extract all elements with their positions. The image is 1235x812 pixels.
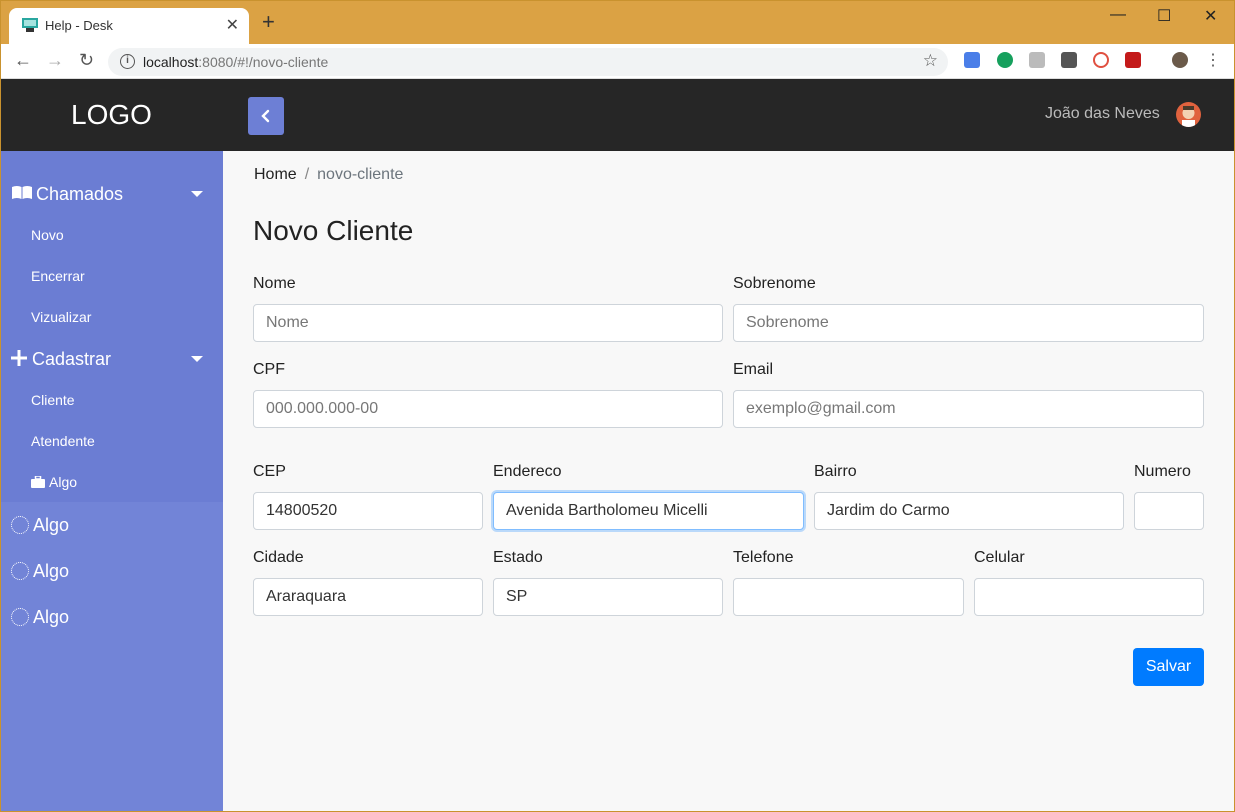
back-icon[interactable]: ← xyxy=(14,50,32,71)
translate-extension-icon[interactable] xyxy=(964,52,980,68)
maximize-icon[interactable]: ☐ xyxy=(1157,6,1171,26)
url-text: localhost:8080/#!/novo-cliente xyxy=(143,54,329,70)
estado-label: Estado xyxy=(493,549,543,566)
cidade-label: Cidade xyxy=(253,549,304,566)
nome-label: Nome xyxy=(253,275,296,292)
page-title: Novo Cliente xyxy=(253,215,414,246)
tab-title: Help - Desk xyxy=(45,18,113,33)
circle-notch-icon xyxy=(11,516,29,534)
endereco-label: Endereco xyxy=(493,463,562,480)
cep-input[interactable] xyxy=(253,492,483,530)
email-label: Email xyxy=(733,361,774,378)
app-header: LOGO João das Neves xyxy=(0,79,1235,151)
sidebar-item-chamados[interactable]: Chamados xyxy=(1,172,223,214)
browser-tab[interactable]: Help - Desk ✕ xyxy=(9,8,249,44)
briefcase-icon xyxy=(31,476,45,488)
numero-input[interactable] xyxy=(1134,492,1204,530)
logo: LOGO xyxy=(71,99,152,130)
forward-icon[interactable]: → xyxy=(46,50,64,71)
circle-notch-icon xyxy=(11,562,29,580)
rss-extension-icon[interactable] xyxy=(1029,52,1045,68)
sidebar-item-algo-1[interactable]: Algo xyxy=(1,502,223,548)
circle-notch-icon xyxy=(11,608,29,626)
sidebar-item-algo-3[interactable]: Algo xyxy=(1,594,223,640)
new-tab-icon[interactable]: + xyxy=(262,11,275,33)
telefone-label: Telefone xyxy=(733,549,794,566)
cpf-label: CPF xyxy=(253,361,285,378)
user-name[interactable]: João das Neves xyxy=(1045,105,1160,123)
caret-down-icon xyxy=(191,191,203,197)
endereco-input[interactable] xyxy=(493,492,804,530)
shield-extension-icon[interactable] xyxy=(1061,52,1077,68)
cpf-input[interactable] xyxy=(253,390,723,428)
cep-label: CEP xyxy=(253,463,286,480)
browser-toolbar: ← → ↻ i localhost:8080/#!/novo-cliente ☆ xyxy=(0,44,1235,79)
favicon-icon xyxy=(22,18,38,32)
sidebar-toggle-button[interactable] xyxy=(248,97,284,135)
pdf-extension-icon[interactable] xyxy=(1125,52,1141,68)
address-bar[interactable]: i localhost:8080/#!/novo-cliente ☆ xyxy=(108,48,948,76)
caret-down-icon xyxy=(191,356,203,362)
block-extension-icon[interactable] xyxy=(1093,52,1109,68)
bookmark-star-icon[interactable]: ☆ xyxy=(923,51,938,71)
book-icon xyxy=(12,186,32,199)
chevron-left-icon xyxy=(261,109,270,123)
sidebar-item-algo[interactable]: Algo xyxy=(1,461,223,502)
bairro-input[interactable] xyxy=(814,492,1124,530)
breadcrumb-home[interactable]: Home xyxy=(254,166,297,183)
save-button[interactable]: Salvar xyxy=(1133,648,1204,686)
breadcrumb: Home / novo-cliente xyxy=(254,166,404,183)
tab-close-icon[interactable]: ✕ xyxy=(226,15,239,35)
breadcrumb-current: novo-cliente xyxy=(317,166,404,183)
cidade-input[interactable] xyxy=(253,578,483,616)
main-content: Home/novo-cliente Novo Cliente Nome Sobr… xyxy=(223,151,1234,811)
sidebar-group-chamados: Chamados Novo Encerrar Vizualizar Cadast… xyxy=(1,151,223,502)
info-icon[interactable]: i xyxy=(120,54,135,69)
bairro-label: Bairro xyxy=(814,463,857,480)
plus-icon xyxy=(11,350,27,366)
email-input[interactable] xyxy=(733,390,1204,428)
menu-dots-icon[interactable]: ⋮ xyxy=(1205,50,1221,70)
estado-input[interactable] xyxy=(493,578,723,616)
sobrenome-input[interactable] xyxy=(733,304,1204,342)
hangouts-extension-icon[interactable] xyxy=(997,52,1013,68)
sidebar-item-novo[interactable]: Novo xyxy=(1,214,223,255)
minimize-icon[interactable]: — xyxy=(1110,6,1126,24)
close-window-icon[interactable]: ✕ xyxy=(1204,6,1217,26)
sidebar-item-cliente[interactable]: Cliente xyxy=(1,379,223,420)
numero-label: Numero xyxy=(1134,463,1191,480)
user-avatar[interactable] xyxy=(1176,102,1201,127)
browser-titlebar: Help - Desk ✕ + — ☐ ✕ xyxy=(0,0,1235,44)
telefone-input[interactable] xyxy=(733,578,964,616)
reload-icon[interactable]: ↻ xyxy=(79,50,94,71)
sidebar-item-vizualizar[interactable]: Vizualizar xyxy=(1,296,223,337)
sidebar: Chamados Novo Encerrar Vizualizar Cadast… xyxy=(1,151,223,811)
sidebar-item-encerrar[interactable]: Encerrar xyxy=(1,255,223,296)
celular-label: Celular xyxy=(974,549,1025,566)
celular-input[interactable] xyxy=(974,578,1204,616)
sidebar-item-algo-2[interactable]: Algo xyxy=(1,548,223,594)
sobrenome-label: Sobrenome xyxy=(733,275,816,292)
sidebar-item-cadastrar[interactable]: Cadastrar xyxy=(1,337,223,379)
nome-input[interactable] xyxy=(253,304,723,342)
profile-avatar-icon[interactable] xyxy=(1172,52,1188,68)
sidebar-item-atendente[interactable]: Atendente xyxy=(1,420,223,461)
